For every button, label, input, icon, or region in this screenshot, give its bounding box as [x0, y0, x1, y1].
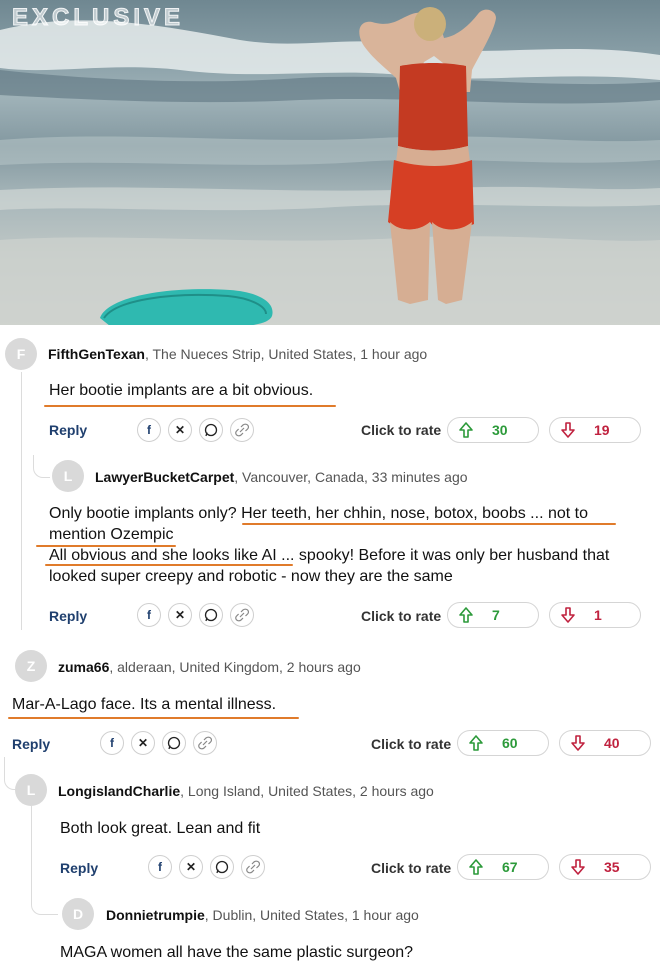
downvote-button[interactable]: 19 — [549, 417, 641, 443]
upvote-button[interactable]: 7 — [447, 602, 539, 628]
link-icon[interactable] — [230, 603, 254, 627]
comment-text: Mar-A-Lago face. Its a mental illness. — [12, 696, 277, 713]
thread-line — [31, 806, 32, 886]
highlight-underline — [45, 564, 293, 566]
upvote-button[interactable]: 30 — [447, 417, 539, 443]
whatsapp-icon[interactable] — [199, 603, 223, 627]
comment-username[interactable]: FifthGenTexan — [48, 346, 145, 362]
x-icon[interactable]: ✕ — [168, 418, 192, 442]
upvote-count: 30 — [492, 422, 508, 438]
downvote-button[interactable]: 1 — [549, 602, 641, 628]
click-to-rate-label: Click to rate — [371, 860, 452, 876]
comment-location-time: , alderaan, United Kingdom, 2 hours ago — [109, 659, 361, 675]
avatar: L — [52, 460, 84, 492]
click-to-rate-label: Click to rate — [361, 422, 442, 438]
reply-button[interactable]: Reply — [60, 860, 98, 876]
comment-meta: LongislandCharlie, Long Island, United S… — [58, 783, 434, 799]
upvote-button[interactable]: 60 — [457, 730, 549, 756]
up-arrow-icon — [469, 859, 483, 875]
comment-text: MAGA women all have the same plastic sur… — [60, 944, 414, 961]
comment-text: Her bootie implants are a bit obvious. — [49, 382, 314, 399]
upvote-count: 60 — [502, 735, 518, 751]
x-icon[interactable]: ✕ — [131, 731, 155, 755]
comment-location-time: , Vancouver, Canada, 33 minutes ago — [234, 469, 468, 485]
comment-username[interactable]: LongislandCharlie — [58, 783, 180, 799]
up-arrow-icon — [469, 735, 483, 751]
link-icon[interactable] — [241, 855, 265, 879]
downvote-button[interactable]: 35 — [559, 854, 651, 880]
downvote-button[interactable]: 40 — [559, 730, 651, 756]
highlight-underline — [242, 523, 616, 525]
comment-text: Both look great. Lean and fit — [60, 820, 261, 837]
comment-username[interactable]: LawyerBucketCarpet — [95, 469, 234, 485]
comment-meta: zuma66, alderaan, United Kingdom, 2 hour… — [58, 659, 361, 675]
down-arrow-icon — [571, 859, 585, 875]
upvote-count: 67 — [502, 859, 518, 875]
x-icon[interactable]: ✕ — [179, 855, 203, 879]
comment-username[interactable]: Donnietrumpie — [106, 907, 205, 923]
click-to-rate-label: Click to rate — [361, 608, 442, 624]
reply-button[interactable]: Reply — [12, 736, 50, 752]
up-arrow-icon — [459, 422, 473, 438]
click-to-rate-label: Click to rate — [371, 736, 452, 752]
hero-photo: EXCLUSIVE — [0, 0, 660, 325]
facebook-icon[interactable]: f — [148, 855, 172, 879]
exclusive-watermark: EXCLUSIVE — [11, 4, 185, 32]
highlight-underline — [8, 717, 299, 719]
avatar: F — [5, 338, 37, 370]
whatsapp-icon[interactable] — [162, 731, 186, 755]
reply-button[interactable]: Reply — [49, 608, 87, 624]
highlight-underline — [36, 545, 176, 547]
upvote-button[interactable]: 67 — [457, 854, 549, 880]
downvote-count: 1 — [594, 607, 602, 623]
comment-meta: FifthGenTexan, The Nueces Strip, United … — [48, 346, 427, 362]
down-arrow-icon — [571, 735, 585, 751]
comment-username[interactable]: zuma66 — [58, 659, 109, 675]
facebook-icon[interactable]: f — [137, 603, 161, 627]
reply-button[interactable]: Reply — [49, 422, 87, 438]
comment-text-line: All obvious and she looks like AI ... sp… — [49, 547, 610, 564]
comment-meta: Donnietrumpie, Dublin, United States, 1 … — [106, 907, 419, 923]
up-arrow-icon — [459, 607, 473, 623]
down-arrow-icon — [561, 422, 575, 438]
comment-meta: LawyerBucketCarpet, Vancouver, Canada, 3… — [95, 469, 468, 485]
avatar: D — [62, 898, 94, 930]
link-icon[interactable] — [230, 418, 254, 442]
x-icon[interactable]: ✕ — [168, 603, 192, 627]
facebook-icon[interactable]: f — [137, 418, 161, 442]
thread-connector — [4, 757, 15, 790]
thread-connector — [31, 886, 58, 915]
whatsapp-icon[interactable] — [199, 418, 223, 442]
down-arrow-icon — [561, 607, 575, 623]
comment-text-line: looked super creepy and robotic - now th… — [49, 568, 453, 585]
downvote-count: 40 — [604, 735, 620, 751]
downvote-count: 19 — [594, 422, 610, 438]
comment-text-line: mention Ozempic — [49, 526, 174, 543]
link-icon[interactable] — [193, 731, 217, 755]
highlight-underline — [44, 405, 336, 407]
facebook-icon[interactable]: f — [100, 731, 124, 755]
upvote-count: 7 — [492, 607, 500, 623]
thread-line — [21, 372, 22, 630]
comment-location-time: , Long Island, United States, 2 hours ag… — [180, 783, 434, 799]
comment-location-time: , Dublin, United States, 1 hour ago — [204, 907, 419, 923]
downvote-count: 35 — [604, 859, 620, 875]
comment-text-line: Only bootie implants only? Her teeth, he… — [49, 505, 588, 522]
avatar: L — [15, 774, 47, 806]
thread-connector — [33, 455, 50, 478]
avatar: Z — [15, 650, 47, 682]
beach-scene — [0, 7, 660, 325]
whatsapp-icon[interactable] — [210, 855, 234, 879]
comment-location-time: , The Nueces Strip, United States, 1 hou… — [144, 346, 428, 362]
